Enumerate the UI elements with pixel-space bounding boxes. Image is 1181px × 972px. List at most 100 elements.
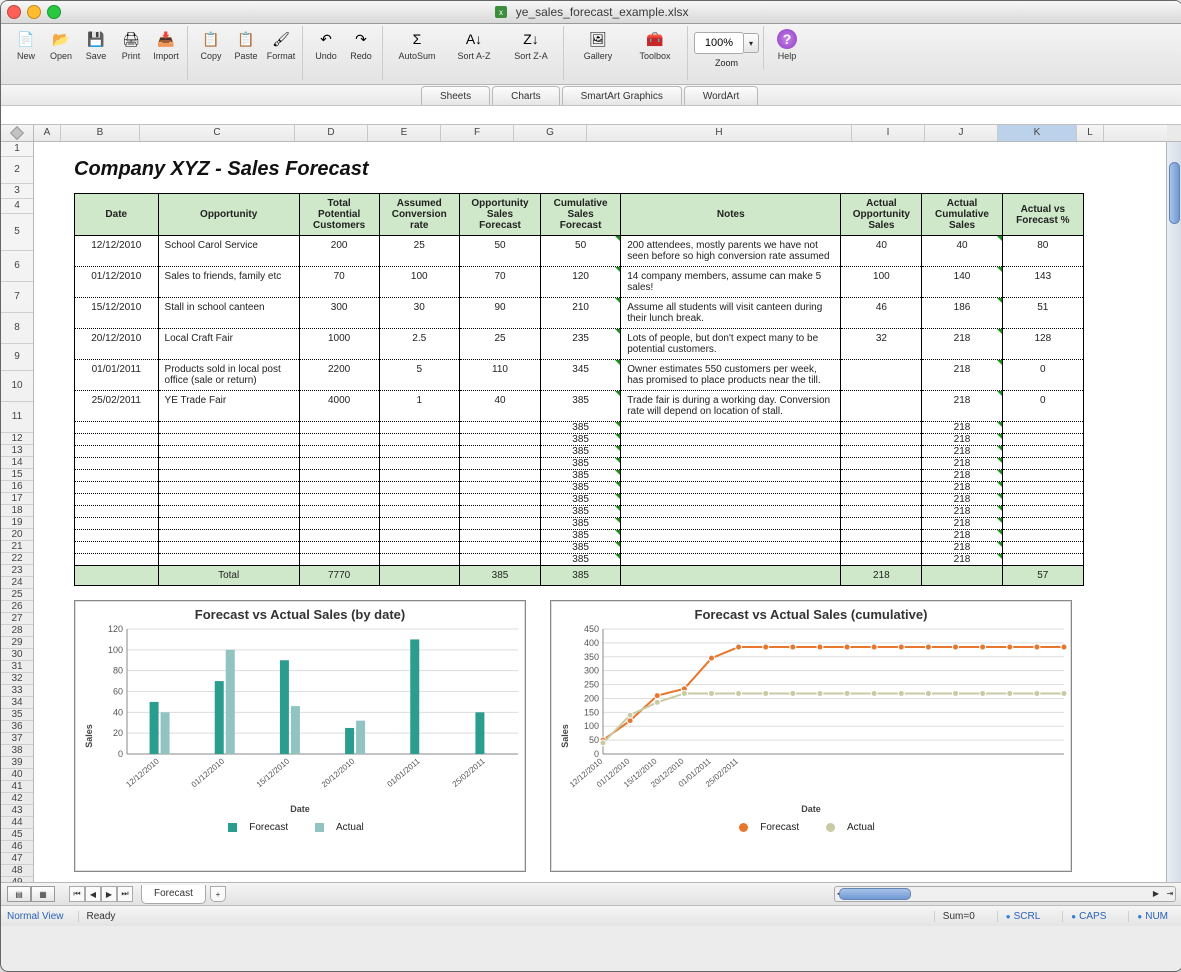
col-header-K[interactable]: K (998, 125, 1077, 141)
first-sheet-button[interactable]: ⏮ (69, 886, 85, 902)
close-icon[interactable] (7, 5, 21, 19)
scroll-end-button[interactable]: ⇥ (1163, 887, 1177, 899)
toolbar-gallery-button[interactable]: 🖼Gallery (570, 28, 626, 78)
table-row[interactable]: 385218 (75, 542, 1084, 554)
row-header-33[interactable]: 33 (1, 685, 33, 697)
row-header-31[interactable]: 31 (1, 661, 33, 673)
row-header-40[interactable]: 40 (1, 769, 33, 781)
table-row[interactable]: 385218 (75, 470, 1084, 482)
table-row[interactable]: 385218 (75, 482, 1084, 494)
col-header-L[interactable]: L (1077, 125, 1104, 141)
toolbar-toolbox-button[interactable]: 🧰Toolbox (627, 28, 683, 78)
scrollbar-thumb[interactable] (839, 888, 911, 900)
row-header-9[interactable]: 9 (1, 344, 33, 371)
table-row[interactable]: 385218 (75, 434, 1084, 446)
row-header-5[interactable]: 5 (1, 214, 33, 251)
col-header-I[interactable]: I (852, 125, 925, 141)
chart-bar[interactable]: Forecast vs Actual Sales (by date) Sales… (74, 600, 526, 872)
table-row[interactable]: 385218 (75, 518, 1084, 530)
toolbar-save-button[interactable]: 💾Save (79, 28, 113, 78)
ribbon-tab-charts[interactable]: Charts (492, 86, 559, 105)
formula-bar[interactable] (1, 106, 1181, 125)
toolbar-redo-button[interactable]: ↷Redo (344, 28, 378, 78)
table-row[interactable]: 01/12/2010Sales to friends, family etc70… (75, 267, 1084, 298)
col-header-D[interactable]: D (295, 125, 368, 141)
minimize-icon[interactable] (27, 5, 41, 19)
row-headers[interactable]: 1234567891011121314151617181920212223242… (1, 142, 34, 882)
row-header-20[interactable]: 20 (1, 529, 33, 541)
row-header-39[interactable]: 39 (1, 757, 33, 769)
toolbar-paste-button[interactable]: 📋Paste (229, 28, 263, 78)
select-all-corner[interactable] (1, 125, 34, 142)
table-row[interactable]: 20/12/2010Local Craft Fair10002.525235Lo… (75, 329, 1084, 360)
toolbar-help-button[interactable]: ?Help (770, 28, 804, 78)
table-row[interactable]: 385218 (75, 494, 1084, 506)
toolbar-new-button[interactable]: 📄New (9, 28, 43, 78)
row-header-6[interactable]: 6 (1, 251, 33, 282)
row-header-13[interactable]: 13 (1, 445, 33, 457)
table-row[interactable]: 385218 (75, 554, 1084, 566)
row-header-4[interactable]: 4 (1, 199, 33, 214)
column-headers[interactable]: ABCDEFGHIJKL (34, 125, 1167, 142)
row-header-16[interactable]: 16 (1, 481, 33, 493)
col-header-A[interactable]: A (34, 125, 61, 141)
scroll-right-button[interactable]: ▶ (1149, 887, 1163, 899)
row-header-21[interactable]: 21 (1, 541, 33, 553)
row-header-30[interactable]: 30 (1, 649, 33, 661)
table-row[interactable]: 25/02/2011YE Trade Fair4000140385Trade f… (75, 391, 1084, 422)
row-header-14[interactable]: 14 (1, 457, 33, 469)
row-header-38[interactable]: 38 (1, 745, 33, 757)
row-header-23[interactable]: 23 (1, 565, 33, 577)
col-header-C[interactable]: C (140, 125, 295, 141)
table-row[interactable]: 15/12/2010Stall in school canteen3003090… (75, 298, 1084, 329)
row-header-17[interactable]: 17 (1, 493, 33, 505)
row-header-12[interactable]: 12 (1, 433, 33, 445)
row-header-1[interactable]: 1 (1, 142, 33, 157)
toolbar-format-button[interactable]: 🖌Format (264, 28, 298, 78)
chart-line[interactable]: Forecast vs Actual Sales (cumulative) Sa… (550, 600, 1072, 872)
row-header-36[interactable]: 36 (1, 721, 33, 733)
col-header-F[interactable]: F (441, 125, 514, 141)
row-header-47[interactable]: 47 (1, 853, 33, 865)
add-sheet-button[interactable]: + (210, 886, 226, 902)
row-header-18[interactable]: 18 (1, 505, 33, 517)
row-header-24[interactable]: 24 (1, 577, 33, 589)
zoom-dropdown[interactable]: ▾ (744, 33, 759, 53)
row-header-25[interactable]: 25 (1, 589, 33, 601)
row-header-34[interactable]: 34 (1, 697, 33, 709)
ribbon-tab-smartart-graphics[interactable]: SmartArt Graphics (562, 86, 682, 105)
col-header-J[interactable]: J (925, 125, 998, 141)
zoom-icon[interactable] (47, 5, 61, 19)
table-row[interactable]: 01/01/2011Products sold in local post of… (75, 360, 1084, 391)
toolbar-print-button[interactable]: 🖨Print (114, 28, 148, 78)
row-header-48[interactable]: 48 (1, 865, 33, 877)
row-header-37[interactable]: 37 (1, 733, 33, 745)
table-row[interactable]: 12/12/2010School Carol Service2002550502… (75, 236, 1084, 267)
last-sheet-button[interactable]: ⏭ (117, 886, 133, 902)
row-header-29[interactable]: 29 (1, 637, 33, 649)
row-header-11[interactable]: 11 (1, 402, 33, 433)
table-row[interactable]: 385218 (75, 506, 1084, 518)
ribbon-tab-sheets[interactable]: Sheets (421, 86, 490, 105)
row-header-3[interactable]: 3 (1, 184, 33, 199)
row-header-32[interactable]: 32 (1, 673, 33, 685)
row-header-28[interactable]: 28 (1, 625, 33, 637)
row-header-8[interactable]: 8 (1, 313, 33, 344)
col-header-B[interactable]: B (61, 125, 140, 141)
toolbar-autosum-button[interactable]: ΣAutoSum (389, 28, 445, 78)
row-header-7[interactable]: 7 (1, 282, 33, 313)
toolbar-sort-z-a-button[interactable]: Z↓Sort Z-A (503, 28, 559, 78)
row-header-44[interactable]: 44 (1, 817, 33, 829)
horizontal-scrollbar[interactable]: ◀ ▶ ⇥ (834, 886, 1176, 902)
row-header-19[interactable]: 19 (1, 517, 33, 529)
row-header-49[interactable]: 49 (1, 877, 33, 882)
next-sheet-button[interactable]: ▶ (101, 886, 117, 902)
row-header-41[interactable]: 41 (1, 781, 33, 793)
toolbar-import-button[interactable]: 📥Import (149, 28, 183, 78)
table-row[interactable]: 385218 (75, 422, 1084, 434)
prev-sheet-button[interactable]: ◀ (85, 886, 101, 902)
normal-view-button[interactable]: ▤ (7, 886, 31, 902)
row-header-2[interactable]: 2 (1, 157, 33, 184)
page-layout-view-button[interactable]: ▦ (31, 886, 55, 902)
zoom-input[interactable] (694, 32, 744, 54)
